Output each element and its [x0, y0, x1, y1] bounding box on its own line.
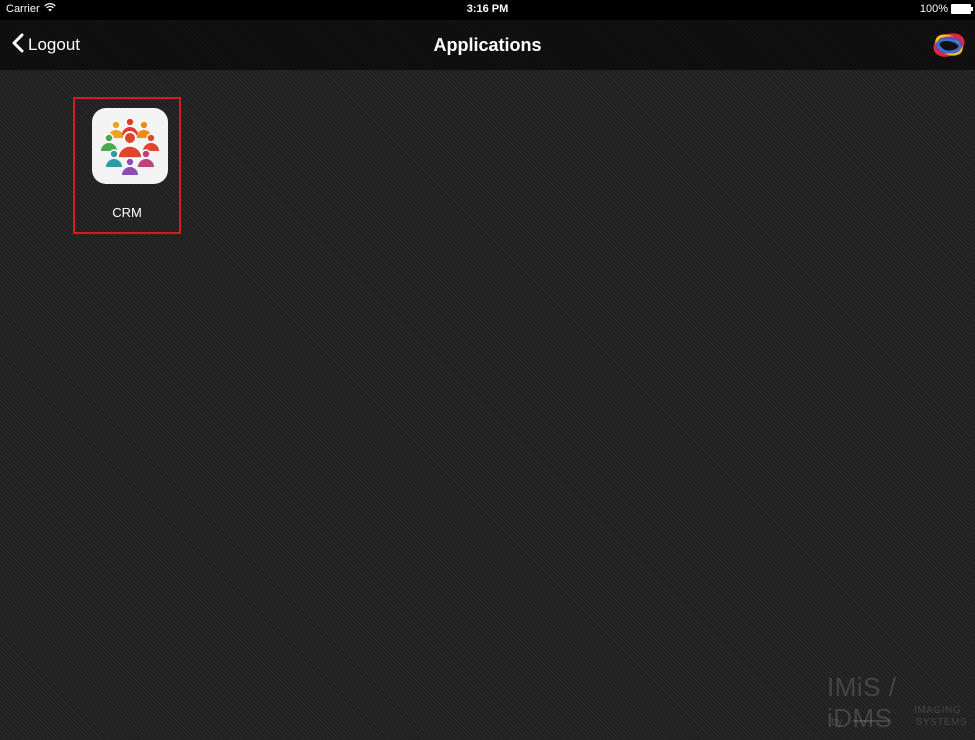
watermark-company-line1: IMAGING [914, 705, 961, 716]
status-bar: Carrier 3:16 PM 100% [0, 0, 975, 20]
watermark-divider [853, 720, 889, 722]
logout-button[interactable]: Logout [12, 20, 80, 70]
battery-icon [951, 4, 973, 14]
brand-logo-icon [931, 27, 967, 63]
chevron-left-icon [12, 33, 24, 58]
navigation-bar: Logout Applications [0, 20, 975, 70]
crm-people-icon [92, 108, 168, 184]
watermark-by: by [831, 716, 843, 728]
logout-label: Logout [28, 35, 80, 54]
app-label: CRM [112, 205, 142, 220]
page-title: Applications [433, 35, 542, 55]
status-right: 100% [919, 3, 973, 15]
status-time: 3:16 PM [466, 3, 509, 15]
battery-percent: 100% [919, 3, 948, 15]
watermark-company-line2: SYSTEMS [915, 717, 967, 728]
app-tile-crm[interactable]: CRM [73, 97, 181, 234]
imis-watermark-logo: IMiS / iDMS IMAGING by SYSTEMS [827, 672, 967, 733]
screen: Carrier 3:16 PM 100% Logout Applications… [0, 0, 975, 740]
